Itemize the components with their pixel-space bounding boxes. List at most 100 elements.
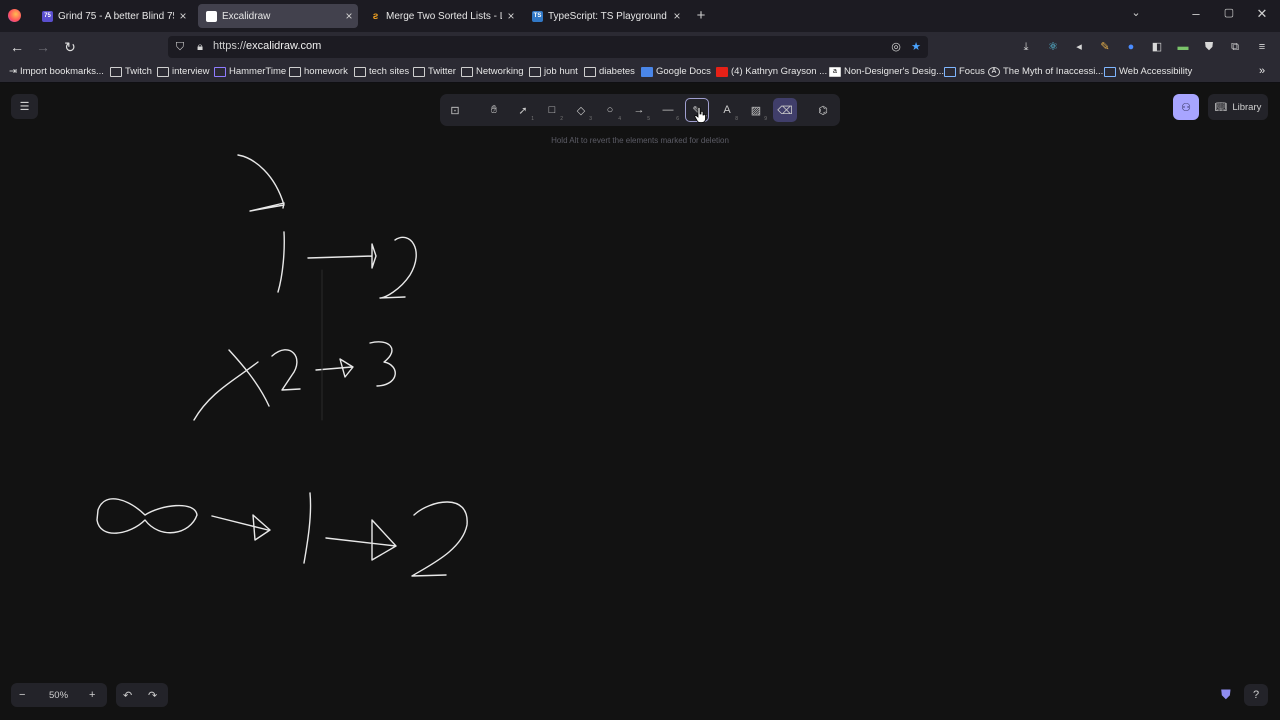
- rectangle-tool[interactable]: □ 2: [540, 98, 564, 122]
- encryption-shield-icon[interactable]: ⛊: [1221, 687, 1235, 703]
- freehand-stroke: [271, 349, 301, 391]
- tab-leetcode[interactable]: ƨ Merge Two Sorted Lists - Leet ×: [362, 4, 520, 28]
- image-tool[interactable]: ▨ 9: [744, 98, 768, 123]
- eraser-icon: ⌫: [777, 104, 793, 117]
- freehand-stroke: [411, 501, 468, 577]
- close-tab-icon[interactable]: ×: [502, 9, 520, 23]
- back-button[interactable]: ←: [7, 37, 27, 57]
- ellipse-tool[interactable]: ○ 4: [598, 98, 622, 122]
- url-host: excalidraw.com: [246, 40, 322, 52]
- book-icon: 📖︎: [1214, 101, 1228, 113]
- tool-key: 3: [589, 116, 592, 122]
- bookmark-folder[interactable]: Networking: [461, 66, 524, 77]
- bookmark-label: job hunt: [544, 66, 578, 77]
- focus-icon: [944, 66, 956, 77]
- bookmark-link[interactable]: Focus: [944, 66, 985, 77]
- leetcode-icon: ƨ: [372, 10, 379, 22]
- close-tab-icon[interactable]: ×: [174, 9, 192, 23]
- sketch-layer: [96, 154, 468, 577]
- forward-button[interactable]: →: [33, 37, 53, 57]
- tab-typescript[interactable]: TS TypeScript: TS Playground - An ×: [524, 4, 686, 28]
- google-docs-icon: [641, 66, 653, 77]
- shield-icon[interactable]: ⛉: [173, 40, 187, 54]
- extension-icon[interactable]: ◧: [1150, 40, 1164, 54]
- hamburger-icon: ☰: [19, 101, 30, 113]
- fingerprint-icon[interactable]: ◎: [889, 40, 903, 54]
- close-tab-icon[interactable]: ×: [340, 9, 358, 23]
- color-picker-icon[interactable]: ✎: [1098, 40, 1112, 54]
- diamond-tool[interactable]: ◇ 3: [569, 98, 593, 123]
- new-tab-button[interactable]: +: [691, 7, 711, 24]
- collaborate-button[interactable]: ⚇: [1173, 94, 1199, 120]
- eraser-tool[interactable]: ⌫: [773, 98, 797, 122]
- selection-tool[interactable]: ➚ 1: [511, 98, 535, 123]
- tab-excalidraw[interactable]: Excalidraw ×: [198, 4, 358, 28]
- zoom-out-button[interactable]: −: [19, 689, 25, 701]
- bookmark-link[interactable]: (4) Kathryn Grayson ...: [716, 66, 827, 77]
- bookmark-folder[interactable]: tech sites: [354, 66, 409, 77]
- bookmark-import[interactable]: ⇥ Import bookmarks...: [9, 66, 104, 77]
- bookmark-folder[interactable]: homework: [289, 66, 348, 77]
- unlock-icon: ⊡: [450, 104, 460, 117]
- close-tab-icon[interactable]: ×: [668, 9, 686, 23]
- maximize-button[interactable]: ▢: [1219, 6, 1239, 19]
- text-tool[interactable]: A8: [715, 98, 739, 122]
- tab-title: TypeScript: TS Playground - An: [548, 10, 668, 22]
- extra-tools[interactable]: ⌬: [811, 98, 835, 122]
- firefox-icon[interactable]: [8, 9, 21, 22]
- undo-button[interactable]: ↶: [123, 689, 132, 702]
- url-text[interactable]: https://excalidraw.com: [213, 40, 321, 52]
- help-button[interactable]: ?: [1244, 684, 1268, 706]
- arrow-tool[interactable]: → 5: [627, 98, 651, 122]
- react-devtools-icon[interactable]: ⚛: [1046, 40, 1060, 54]
- extension-green-icon[interactable]: ▬: [1176, 40, 1190, 54]
- bookmark-label: (4) Kathryn Grayson ...: [731, 66, 828, 77]
- list-tabs-icon[interactable]: ⌄: [1126, 6, 1146, 19]
- line-tool[interactable]: —6: [656, 98, 680, 122]
- bookmark-folder[interactable]: diabetes: [584, 66, 635, 77]
- bookmark-label: Twitch: [125, 66, 152, 77]
- tab-title: Excalidraw: [222, 10, 271, 22]
- excalidraw-icon: [206, 10, 217, 22]
- extension-blue-icon[interactable]: ●: [1124, 40, 1138, 54]
- diamond-icon: ◇: [576, 104, 586, 117]
- main-menu-button[interactable]: ☰: [11, 94, 38, 119]
- bookmark-star-icon[interactable]: ★: [909, 40, 923, 54]
- bookmark-link[interactable]: A The Myth of Inaccessi...: [988, 66, 1103, 77]
- hand-tool[interactable]: ✋︎: [482, 98, 506, 122]
- speaker-icon[interactable]: ◂: [1072, 40, 1086, 54]
- bookmark-folder[interactable]: job hunt: [529, 66, 578, 77]
- minimize-button[interactable]: –: [1186, 6, 1206, 21]
- bookmark-link[interactable]: Web Accessibility: [1104, 66, 1192, 77]
- lock-tool[interactable]: ⊡: [443, 98, 467, 122]
- bookmark-link[interactable]: a Non-Designer's Desig...: [829, 66, 944, 77]
- zoom-in-button[interactable]: +: [89, 689, 95, 701]
- grind75-icon: 75: [42, 10, 53, 22]
- close-window-button[interactable]: ✕: [1252, 6, 1272, 22]
- menu-icon[interactable]: ≡: [1255, 40, 1269, 54]
- freehand-stroke: [379, 236, 417, 299]
- library-button[interactable]: 📖︎ Library: [1208, 94, 1268, 120]
- reload-button[interactable]: ↻: [60, 37, 80, 57]
- freehand-stroke: [325, 519, 397, 561]
- freehand-stroke: [369, 341, 396, 387]
- eraser-hint: Hold Alt to revert the elements marked f…: [551, 136, 729, 145]
- arrow-icon: →: [633, 104, 645, 116]
- lock-icon[interactable]: 🔒︎: [193, 40, 207, 54]
- download-icon[interactable]: ⤓: [1019, 40, 1033, 54]
- bookmark-folder[interactable]: Twitch: [110, 66, 152, 77]
- history-controls: ↶ ↷: [116, 683, 168, 707]
- web-accessibility-icon: [1104, 66, 1116, 77]
- tab-grind75[interactable]: 75 Grind 75 - A better Blind 75 you ×: [34, 4, 192, 28]
- circle-icon: ○: [606, 104, 614, 116]
- bookmark-link[interactable]: Google Docs: [641, 66, 711, 77]
- more-bookmarks-icon[interactable]: »: [1259, 65, 1265, 77]
- accessibility-icon: A: [988, 66, 1000, 77]
- bookmark-folder[interactable]: interview: [157, 66, 210, 77]
- shield-extension-icon[interactable]: ⛊: [1202, 40, 1216, 54]
- puzzle-icon[interactable]: ⧉: [1228, 40, 1242, 54]
- bookmark-link[interactable]: HammerTime: [214, 66, 286, 77]
- bookmark-folder[interactable]: Twitter: [413, 66, 456, 77]
- redo-button[interactable]: ↷: [148, 689, 157, 702]
- zoom-level[interactable]: 50%: [49, 690, 68, 701]
